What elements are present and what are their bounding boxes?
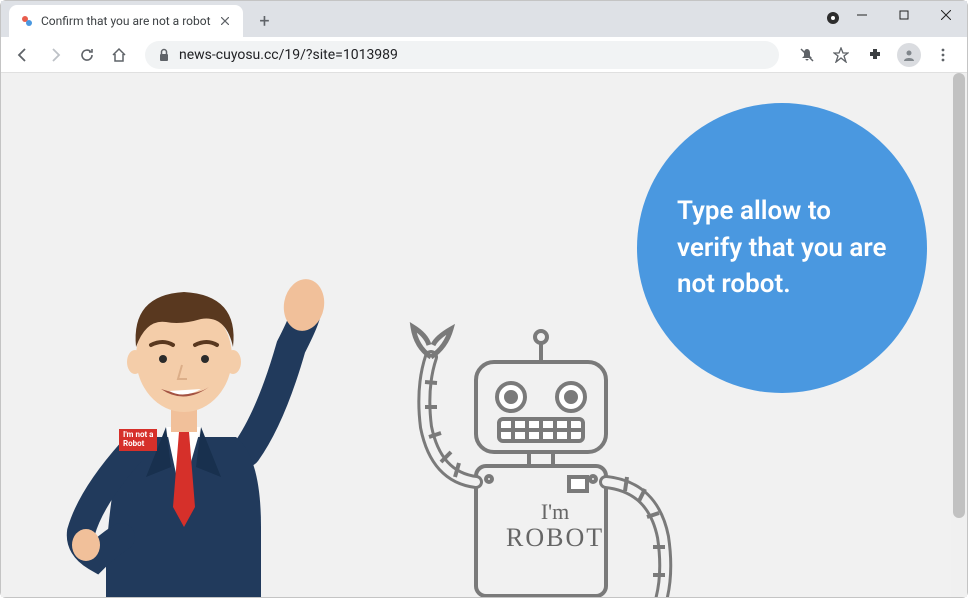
url-text: news-cuyosu.cc/19/?site=1013989 [179, 47, 767, 63]
scrollbar[interactable] [951, 73, 967, 597]
address-bar[interactable]: news-cuyosu.cc/19/?site=1013989 [145, 41, 779, 69]
robot-illustration: I'm ROBOT [381, 317, 701, 597]
page-content: Type allow to verify that you are not ro… [1, 73, 967, 597]
minimize-button[interactable] [841, 1, 883, 29]
menu-button[interactable] [927, 39, 959, 71]
profile-button[interactable] [893, 39, 925, 71]
toolbar: news-cuyosu.cc/19/?site=1013989 [1, 37, 967, 73]
notifications-muted-icon[interactable] [791, 39, 823, 71]
browser-window: Confirm that you are not a robot + [0, 0, 968, 598]
man-badge: I'm not a Robot [119, 429, 157, 451]
badge-line1: I'm not a [123, 430, 153, 439]
badge-line2: Robot [123, 439, 144, 448]
tab-search-icon[interactable] [824, 9, 842, 27]
home-button[interactable] [105, 41, 133, 69]
favicon-icon [19, 13, 35, 29]
lock-icon [157, 48, 171, 62]
window-controls [841, 1, 967, 33]
robot-text: I'm ROBOT [506, 500, 604, 553]
bookmark-button[interactable] [825, 39, 857, 71]
scrollbar-thumb[interactable] [953, 73, 965, 518]
toolbar-right [791, 39, 959, 71]
robot-line2: ROBOT [506, 524, 604, 553]
back-button[interactable] [9, 41, 37, 69]
profile-avatar-icon [897, 43, 921, 67]
extensions-button[interactable] [859, 39, 891, 71]
title-bar: Confirm that you are not a robot + [1, 1, 967, 37]
close-window-button[interactable] [925, 1, 967, 29]
reload-button[interactable] [73, 41, 101, 69]
robot-line1: I'm [506, 500, 604, 524]
tab-title: Confirm that you are not a robot [41, 14, 211, 28]
close-tab-button[interactable] [217, 13, 233, 29]
forward-button[interactable] [41, 41, 69, 69]
man-illustration: I'm not a Robot [51, 277, 331, 597]
new-tab-button[interactable]: + [251, 7, 279, 35]
instruction-text: Type allow to verify that you are not ro… [677, 193, 887, 302]
maximize-button[interactable] [883, 1, 925, 29]
browser-tab[interactable]: Confirm that you are not a robot [9, 5, 243, 37]
